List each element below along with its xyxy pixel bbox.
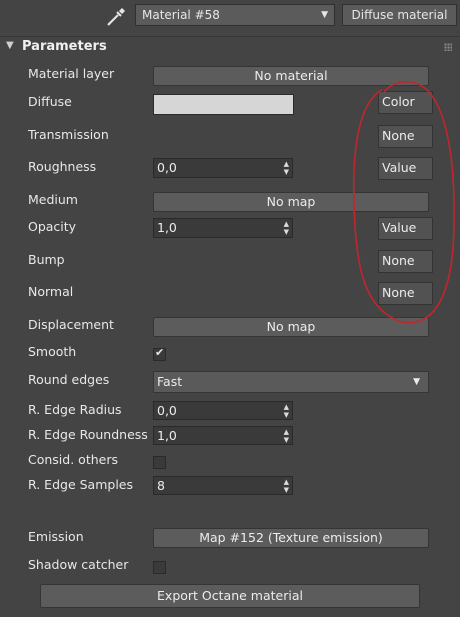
diffuse-label: Diffuse	[28, 94, 72, 109]
spinner-arrows-icon[interactable]: ▲ ▼	[284, 478, 289, 494]
chevron-down-icon: ▼	[321, 10, 328, 20]
spinner-arrows-icon[interactable]: ▲ ▼	[284, 220, 289, 236]
eyedropper-icon[interactable]	[104, 5, 128, 27]
round-edges-dropdown[interactable]: Fast ▼	[153, 371, 429, 393]
edge-roundness-value: 1,0	[157, 428, 177, 443]
round-edges-value: Fast	[157, 374, 183, 389]
opacity-label: Opacity	[28, 219, 77, 234]
opacity-mode-button[interactable]: Value	[378, 217, 433, 240]
smooth-label: Smooth	[28, 344, 77, 359]
medium-label: Medium	[28, 192, 78, 207]
emission-label: Emission	[28, 529, 84, 544]
spinner-arrows-icon[interactable]: ▲ ▼	[284, 403, 289, 419]
smooth-checkbox[interactable]: ✔	[153, 346, 166, 361]
material-layer-button[interactable]: No material	[153, 66, 429, 86]
roughness-value: 0,0	[157, 160, 177, 175]
consid-others-label: Consid. others	[28, 452, 118, 467]
normal-mode-button[interactable]: None	[378, 282, 433, 305]
displacement-map-button[interactable]: No map	[153, 317, 429, 337]
spinner-arrows-icon[interactable]: ▲ ▼	[284, 428, 289, 444]
bump-label: Bump	[28, 252, 65, 267]
edge-roundness-spinner[interactable]: 1,0 ▲ ▼	[153, 426, 293, 445]
displacement-label: Displacement	[28, 317, 114, 332]
medium-map-button[interactable]: No map	[153, 192, 429, 212]
parameters-rollout-header[interactable]: ▼ Parameters	[0, 36, 460, 57]
opacity-spinner[interactable]: 1,0 ▲ ▼	[153, 218, 293, 238]
spinner-arrows-icon[interactable]: ▲ ▼	[284, 160, 289, 176]
checkmark-icon: ✔	[155, 346, 165, 359]
shadow-catcher-label: Shadow catcher	[28, 557, 129, 572]
shadow-catcher-checkbox[interactable]	[153, 561, 166, 574]
export-octane-material-button[interactable]: Export Octane material	[40, 584, 420, 608]
emission-map-button[interactable]: Map #152 (Texture emission)	[153, 528, 429, 548]
material-layer-label: Material layer	[28, 66, 115, 81]
diffuse-color-swatch[interactable]	[153, 94, 294, 115]
transmission-mode-button[interactable]: None	[378, 125, 433, 148]
normal-label: Normal	[28, 284, 74, 299]
material-type-button[interactable]: Diffuse material	[342, 4, 457, 26]
consid-others-checkbox[interactable]	[153, 456, 166, 469]
rollout-title: Parameters	[22, 39, 107, 54]
edge-roundness-label: R. Edge Roundness	[28, 427, 148, 442]
collapse-triangle-icon: ▼	[6, 40, 14, 51]
edge-samples-label: R. Edge Samples	[28, 477, 133, 492]
edge-radius-label: R. Edge Radius	[28, 402, 122, 417]
material-name-dropdown[interactable]: Material #58 ▼	[135, 4, 335, 26]
edge-samples-spinner[interactable]: 8 ▲ ▼	[153, 476, 293, 495]
chevron-down-icon: ▼	[413, 377, 420, 387]
material-name: Material #58	[142, 8, 220, 22]
edge-samples-value: 8	[157, 478, 165, 493]
bump-mode-button[interactable]: None	[378, 250, 433, 273]
diffuse-mode-button[interactable]: Color	[378, 91, 433, 114]
edge-radius-value: 0,0	[157, 403, 177, 418]
roughness-label: Roughness	[28, 159, 97, 174]
grip-icon	[444, 43, 452, 51]
transmission-label: Transmission	[28, 127, 109, 142]
round-edges-label: Round edges	[28, 372, 110, 387]
opacity-value: 1,0	[157, 220, 177, 235]
roughness-spinner[interactable]: 0,0 ▲ ▼	[153, 158, 293, 178]
roughness-mode-button[interactable]: Value	[378, 157, 433, 180]
edge-radius-spinner[interactable]: 0,0 ▲ ▼	[153, 401, 293, 420]
